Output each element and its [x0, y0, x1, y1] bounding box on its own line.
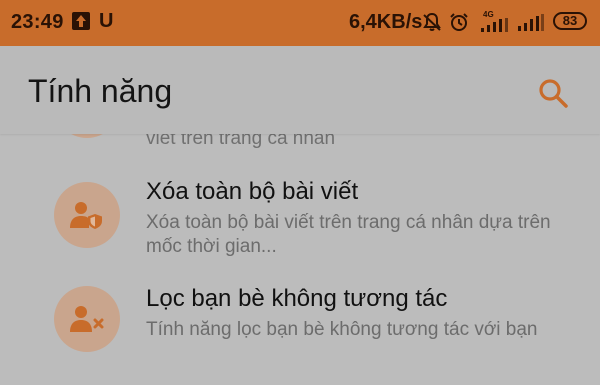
network-speed: 6,4KB/s: [349, 11, 423, 33]
list-item-title: Lọc bạn bè không tương tác: [146, 285, 448, 312]
list-item-desc: Xóa toàn bộ bài viết trên trang cá nhân …: [146, 212, 551, 257]
app-screen: 23:49 U 6,4KB/s 4G 83 Tính năng viết trê…: [0, 0, 600, 385]
signal-4g-icon: [481, 18, 509, 37]
list-item-desc: Tính năng lọc bạn bè không tương tác với…: [146, 319, 538, 340]
avatar: [54, 182, 120, 248]
feature-list: viết trên trang cá nhân Xóa toàn bộ bài …: [0, 72, 600, 385]
alarm-icon: [448, 11, 470, 38]
page-title: Tính năng: [28, 73, 173, 109]
upload-icon: [72, 12, 90, 30]
status-bar: 23:49 U 6,4KB/s 4G 83: [0, 0, 600, 46]
app-bar: Tính năng: [0, 46, 600, 134]
user-shield-icon: [70, 202, 102, 229]
avatar: [54, 286, 120, 352]
user-remove-icon: [70, 306, 104, 332]
list-item-title: Xóa toàn bộ bài viết: [146, 178, 359, 205]
list-item-filter-friends[interactable]: Lọc bạn bè không tương tác Tính năng lọc…: [0, 278, 600, 385]
list-item-delete-posts[interactable]: Xóa toàn bộ bài viết Xóa toàn bộ bài viế…: [0, 168, 600, 276]
status-time: 23:49: [11, 11, 64, 33]
battery-indicator: 83: [553, 12, 587, 30]
search-icon[interactable]: [536, 76, 570, 110]
signal-icon: [518, 14, 544, 36]
mute-icon: [421, 11, 443, 38]
carrier-indicator: U: [99, 10, 114, 32]
